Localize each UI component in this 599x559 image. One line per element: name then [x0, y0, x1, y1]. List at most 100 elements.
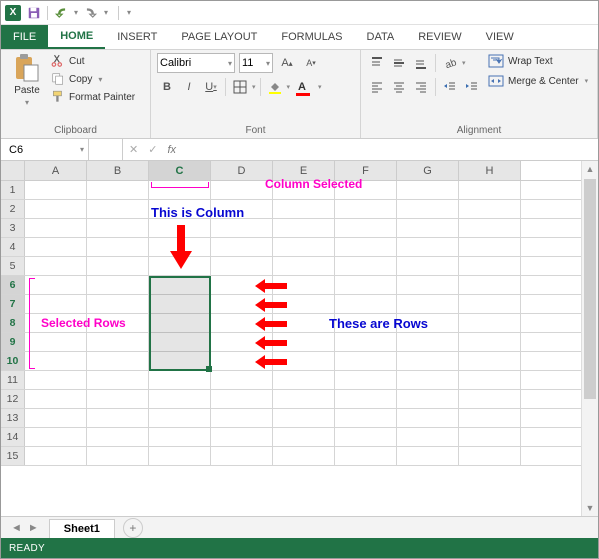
paste-button[interactable]: Paste ▾: [7, 53, 47, 107]
cell[interactable]: [211, 371, 273, 389]
cell[interactable]: [273, 200, 335, 218]
cell[interactable]: [87, 409, 149, 427]
cell[interactable]: [149, 200, 211, 218]
row-header[interactable]: 1: [1, 181, 25, 199]
cell[interactable]: [25, 276, 87, 294]
cell[interactable]: [149, 181, 211, 199]
cell[interactable]: [149, 295, 211, 313]
col-header[interactable]: D: [211, 161, 273, 180]
cell[interactable]: [25, 295, 87, 313]
cell[interactable]: [459, 352, 521, 370]
cell[interactable]: [397, 200, 459, 218]
cell[interactable]: [335, 447, 397, 465]
cell[interactable]: [397, 409, 459, 427]
enter-formula-icon[interactable]: ✓: [148, 143, 157, 156]
cell[interactable]: [397, 428, 459, 446]
cell[interactable]: [87, 333, 149, 351]
align-center-icon[interactable]: [389, 77, 409, 97]
cell[interactable]: [87, 238, 149, 256]
scroll-thumb[interactable]: [584, 179, 596, 399]
cell[interactable]: [149, 314, 211, 332]
align-top-icon[interactable]: [367, 53, 387, 73]
cell[interactable]: [87, 352, 149, 370]
cell[interactable]: [25, 219, 87, 237]
row-header[interactable]: 7: [1, 295, 25, 313]
cell[interactable]: [87, 371, 149, 389]
row-header[interactable]: 12: [1, 390, 25, 408]
cell[interactable]: [149, 276, 211, 294]
row-header[interactable]: 15: [1, 447, 25, 465]
cell[interactable]: [211, 238, 273, 256]
bold-button[interactable]: B: [157, 77, 177, 97]
tab-data[interactable]: DATA: [355, 25, 407, 49]
cell[interactable]: [335, 314, 397, 332]
italic-button[interactable]: I: [179, 77, 199, 97]
cell[interactable]: [25, 390, 87, 408]
col-header[interactable]: H: [459, 161, 521, 180]
cell[interactable]: [211, 219, 273, 237]
cell[interactable]: [25, 428, 87, 446]
copy-button[interactable]: Copy▾: [51, 71, 135, 87]
decrease-indent-icon[interactable]: [440, 77, 460, 97]
tab-view[interactable]: VIEW: [474, 25, 526, 49]
vertical-scrollbar[interactable]: ▲ ▼: [581, 161, 598, 516]
cell[interactable]: [459, 200, 521, 218]
cell[interactable]: [149, 428, 211, 446]
row-header[interactable]: 3: [1, 219, 25, 237]
cell[interactable]: [25, 371, 87, 389]
cell[interactable]: [273, 238, 335, 256]
cell[interactable]: [459, 371, 521, 389]
row-header[interactable]: 4: [1, 238, 25, 256]
cell[interactable]: [459, 333, 521, 351]
cell[interactable]: [149, 409, 211, 427]
align-middle-icon[interactable]: [389, 53, 409, 73]
cell[interactable]: [149, 352, 211, 370]
cell[interactable]: [273, 181, 335, 199]
cell[interactable]: [459, 219, 521, 237]
tab-home[interactable]: HOME: [48, 25, 105, 49]
cell[interactable]: [211, 390, 273, 408]
cell[interactable]: [397, 352, 459, 370]
cell[interactable]: [87, 181, 149, 199]
cell[interactable]: [211, 447, 273, 465]
row-header[interactable]: 11: [1, 371, 25, 389]
col-header-selected[interactable]: C: [149, 161, 211, 180]
cell[interactable]: [335, 295, 397, 313]
row-header[interactable]: 13: [1, 409, 25, 427]
cell[interactable]: [335, 371, 397, 389]
cell[interactable]: [149, 371, 211, 389]
cell[interactable]: [459, 428, 521, 446]
cell[interactable]: [459, 238, 521, 256]
cell[interactable]: [459, 447, 521, 465]
cell[interactable]: [335, 276, 397, 294]
tab-review[interactable]: REVIEW: [406, 25, 473, 49]
cell[interactable]: [273, 371, 335, 389]
cell[interactable]: [397, 238, 459, 256]
cell[interactable]: [397, 181, 459, 199]
tab-file[interactable]: FILE: [1, 25, 48, 49]
align-bottom-icon[interactable]: [411, 53, 431, 73]
cell[interactable]: [273, 428, 335, 446]
undo-icon[interactable]: [54, 6, 68, 20]
cell[interactable]: [87, 295, 149, 313]
cell[interactable]: [25, 409, 87, 427]
cell[interactable]: [335, 352, 397, 370]
cell[interactable]: [397, 390, 459, 408]
cell[interactable]: [211, 257, 273, 275]
cell[interactable]: [273, 390, 335, 408]
cell[interactable]: [25, 181, 87, 199]
col-header[interactable]: F: [335, 161, 397, 180]
sheet-nav-prev-icon[interactable]: ◄: [11, 522, 22, 534]
col-header[interactable]: A: [25, 161, 87, 180]
cell[interactable]: [335, 428, 397, 446]
cell[interactable]: [273, 219, 335, 237]
cell[interactable]: [397, 257, 459, 275]
sheet-tab[interactable]: Sheet1: [49, 519, 115, 538]
cell[interactable]: [459, 314, 521, 332]
cell[interactable]: [459, 295, 521, 313]
align-right-icon[interactable]: [411, 77, 431, 97]
cell[interactable]: [335, 181, 397, 199]
cancel-formula-icon[interactable]: ✕: [129, 143, 138, 156]
cell[interactable]: [25, 257, 87, 275]
cell[interactable]: [273, 447, 335, 465]
